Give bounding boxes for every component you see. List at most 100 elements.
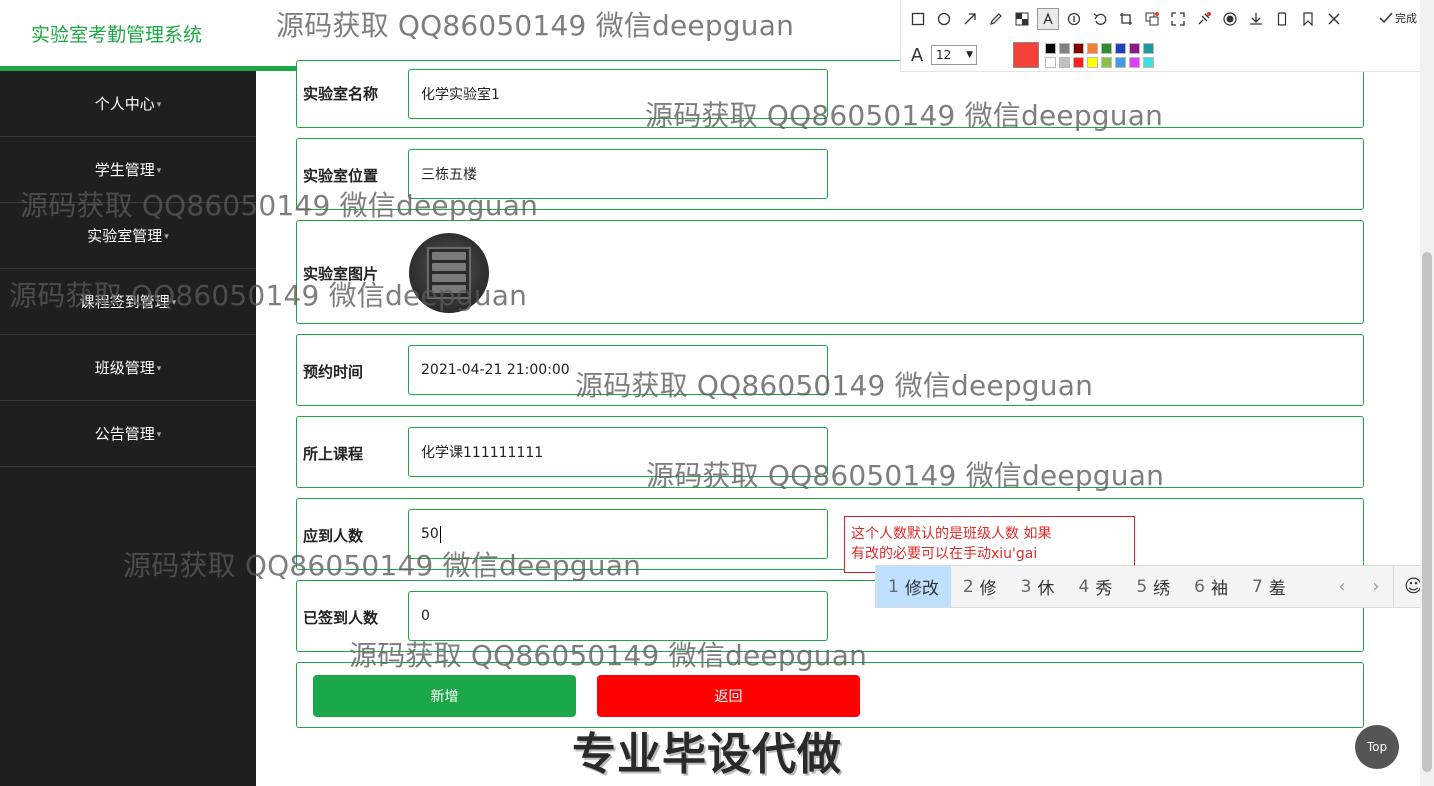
signed-count-value: 0 bbox=[421, 608, 430, 624]
caret-down-icon: ▾ bbox=[156, 363, 162, 374]
download-icon[interactable] bbox=[1245, 8, 1267, 30]
ime-candidate[interactable]: 6袖 bbox=[1182, 566, 1240, 607]
lab-location-label: 实验室位置 bbox=[303, 167, 379, 185]
number-marker-icon[interactable] bbox=[1063, 8, 1085, 30]
pin-icon[interactable] bbox=[1193, 8, 1215, 30]
ime-candidate-text: 秀 bbox=[1095, 579, 1113, 599]
ime-candidate-text: 修 bbox=[979, 579, 997, 599]
ime-candidate-number: 2 bbox=[962, 576, 974, 597]
chevron-right-icon[interactable]: › bbox=[1359, 576, 1393, 597]
booking-time-value: 2021-04-21 21:00:00 bbox=[421, 362, 570, 378]
font-size-value: 12 bbox=[936, 48, 952, 62]
ime-candidate-number: 5 bbox=[1136, 576, 1148, 597]
ime-candidate-text: 袖 bbox=[1210, 579, 1228, 599]
ime-candidate[interactable]: 7羞 bbox=[1240, 566, 1298, 607]
back-button[interactable]: 返回 bbox=[597, 675, 860, 717]
crop-icon[interactable] bbox=[1115, 8, 1137, 30]
arrow-icon[interactable] bbox=[959, 8, 981, 30]
sidebar-item-personal-center[interactable]: 个人中心 ▾ bbox=[0, 71, 256, 137]
ime-nav: ‹ › ☺ bbox=[1325, 566, 1433, 607]
color-swatch[interactable] bbox=[1115, 42, 1126, 54]
back-to-top-button[interactable]: Top bbox=[1355, 725, 1399, 769]
color-swatch[interactable] bbox=[1059, 56, 1070, 68]
text-tool-icon[interactable] bbox=[1037, 8, 1059, 30]
sidebar: 个人中心 ▾ 学生管理 ▾ 实验室管理 ▾ 课程签到管理 ▾ 班级管理 ▾ 公告管理 ▾ bbox=[0, 71, 256, 786]
watermark-text: 源码获取 QQ86050149 微信deepguan bbox=[646, 459, 1165, 492]
watermark-text: 源码获取 QQ86050149 微信deepguan bbox=[349, 639, 868, 672]
ime-candidate-number: 1 bbox=[888, 576, 899, 597]
expected-count-label: 应到人数 bbox=[303, 527, 364, 545]
ime-candidate-text: 羞 bbox=[1268, 579, 1286, 599]
booking-time-label: 预约时间 bbox=[303, 363, 364, 381]
ime-candidate[interactable]: 2修 bbox=[951, 566, 1009, 607]
ime-candidate[interactable]: 1 修改 bbox=[876, 566, 951, 607]
caret-down-icon: ▾ bbox=[156, 429, 162, 440]
ime-candidate[interactable]: 4秀 bbox=[1066, 566, 1124, 607]
color-swatch[interactable] bbox=[1143, 56, 1154, 68]
chevron-left-icon[interactable]: ‹ bbox=[1325, 576, 1359, 597]
sidebar-item-class-management[interactable]: 班级管理 ▾ bbox=[0, 335, 256, 401]
font-icon: A bbox=[910, 44, 924, 66]
scrollbar-thumb[interactable] bbox=[1422, 252, 1432, 772]
caret-down-icon: ▾ bbox=[156, 165, 162, 176]
phone-icon[interactable] bbox=[1271, 8, 1293, 30]
color-palette bbox=[1045, 42, 1154, 68]
bookmark-icon[interactable] bbox=[1297, 8, 1319, 30]
ime-candidate-number: 3 bbox=[1020, 576, 1032, 597]
watermark-text: 源码获取 QQ86050149 微信deepguan bbox=[123, 549, 642, 582]
ocr-icon[interactable] bbox=[1141, 8, 1163, 30]
color-swatch[interactable] bbox=[1045, 56, 1056, 68]
check-icon bbox=[1379, 12, 1393, 24]
slogan-text: 专业毕设代做 bbox=[572, 729, 842, 780]
toolbar-tools bbox=[907, 8, 1345, 30]
lab-name-value: 化学实验室1 bbox=[421, 87, 500, 103]
font-size-select[interactable]: 12 ▼ bbox=[931, 45, 977, 65]
done-label: 完成 bbox=[1395, 12, 1417, 25]
watermark-text: 源码获取 QQ86050149 微信deepguan bbox=[276, 9, 795, 42]
done-button[interactable]: 完成 bbox=[1379, 10, 1417, 26]
ime-candidate-text: 休 bbox=[1037, 579, 1055, 599]
color-swatch[interactable] bbox=[1087, 56, 1098, 68]
color-swatch[interactable] bbox=[1115, 56, 1126, 68]
expand-icon[interactable] bbox=[1167, 8, 1189, 30]
sidebar-item-notice-management[interactable]: 公告管理 ▾ bbox=[0, 401, 256, 467]
color-swatch[interactable] bbox=[1073, 42, 1084, 54]
color-swatch[interactable] bbox=[1101, 56, 1112, 68]
rectangle-icon[interactable] bbox=[907, 8, 929, 30]
app-title: 实验室考勤管理系统 bbox=[31, 24, 203, 46]
annotation-line-1: 这个人数默认的是班级人数 如果 bbox=[851, 526, 1052, 542]
color-swatch[interactable] bbox=[1129, 42, 1140, 54]
mosaic-icon[interactable] bbox=[1011, 8, 1033, 30]
current-color-swatch[interactable] bbox=[1013, 42, 1039, 68]
ime-candidate-number: 7 bbox=[1251, 576, 1263, 597]
record-icon[interactable] bbox=[1219, 8, 1241, 30]
ime-candidate-number: 6 bbox=[1194, 576, 1205, 597]
annotation-line-2: 有改的必要可以在手动xiu'gai bbox=[851, 546, 1038, 562]
color-swatch[interactable] bbox=[1087, 42, 1098, 54]
sidebar-item-label: 实验室管理 bbox=[87, 227, 163, 245]
color-swatch[interactable] bbox=[1101, 42, 1112, 54]
ellipse-icon[interactable] bbox=[933, 8, 955, 30]
color-swatch[interactable] bbox=[1073, 56, 1084, 68]
color-swatch[interactable] bbox=[1143, 42, 1154, 54]
ime-candidate-text: 绣 bbox=[1153, 579, 1171, 599]
color-swatch[interactable] bbox=[1129, 56, 1140, 68]
watermark-text: 源码获取 QQ86050149 微信deepguan bbox=[9, 279, 528, 312]
lab-name-label: 实验室名称 bbox=[303, 85, 379, 103]
course-value: 化学课111111111 bbox=[421, 445, 544, 461]
color-swatch[interactable] bbox=[1059, 42, 1070, 54]
expected-count-value: 50 bbox=[421, 526, 439, 542]
sidebar-item-label: 学生管理 bbox=[94, 161, 155, 179]
sidebar-item-label: 个人中心 bbox=[94, 95, 155, 113]
color-swatch[interactable] bbox=[1045, 42, 1056, 54]
sidebar-item-label: 公告管理 bbox=[94, 425, 155, 443]
ime-candidate[interactable]: 3休 bbox=[1009, 566, 1067, 607]
caret-down-icon: ▾ bbox=[156, 99, 162, 110]
ime-candidate-number: 4 bbox=[1078, 576, 1090, 597]
add-button[interactable]: 新增 bbox=[313, 675, 576, 717]
text-cursor bbox=[439, 525, 441, 543]
close-icon[interactable] bbox=[1323, 8, 1345, 30]
ime-candidate[interactable]: 5绣 bbox=[1124, 566, 1182, 607]
undo-icon[interactable] bbox=[1089, 8, 1111, 30]
pen-icon[interactable] bbox=[985, 8, 1007, 30]
